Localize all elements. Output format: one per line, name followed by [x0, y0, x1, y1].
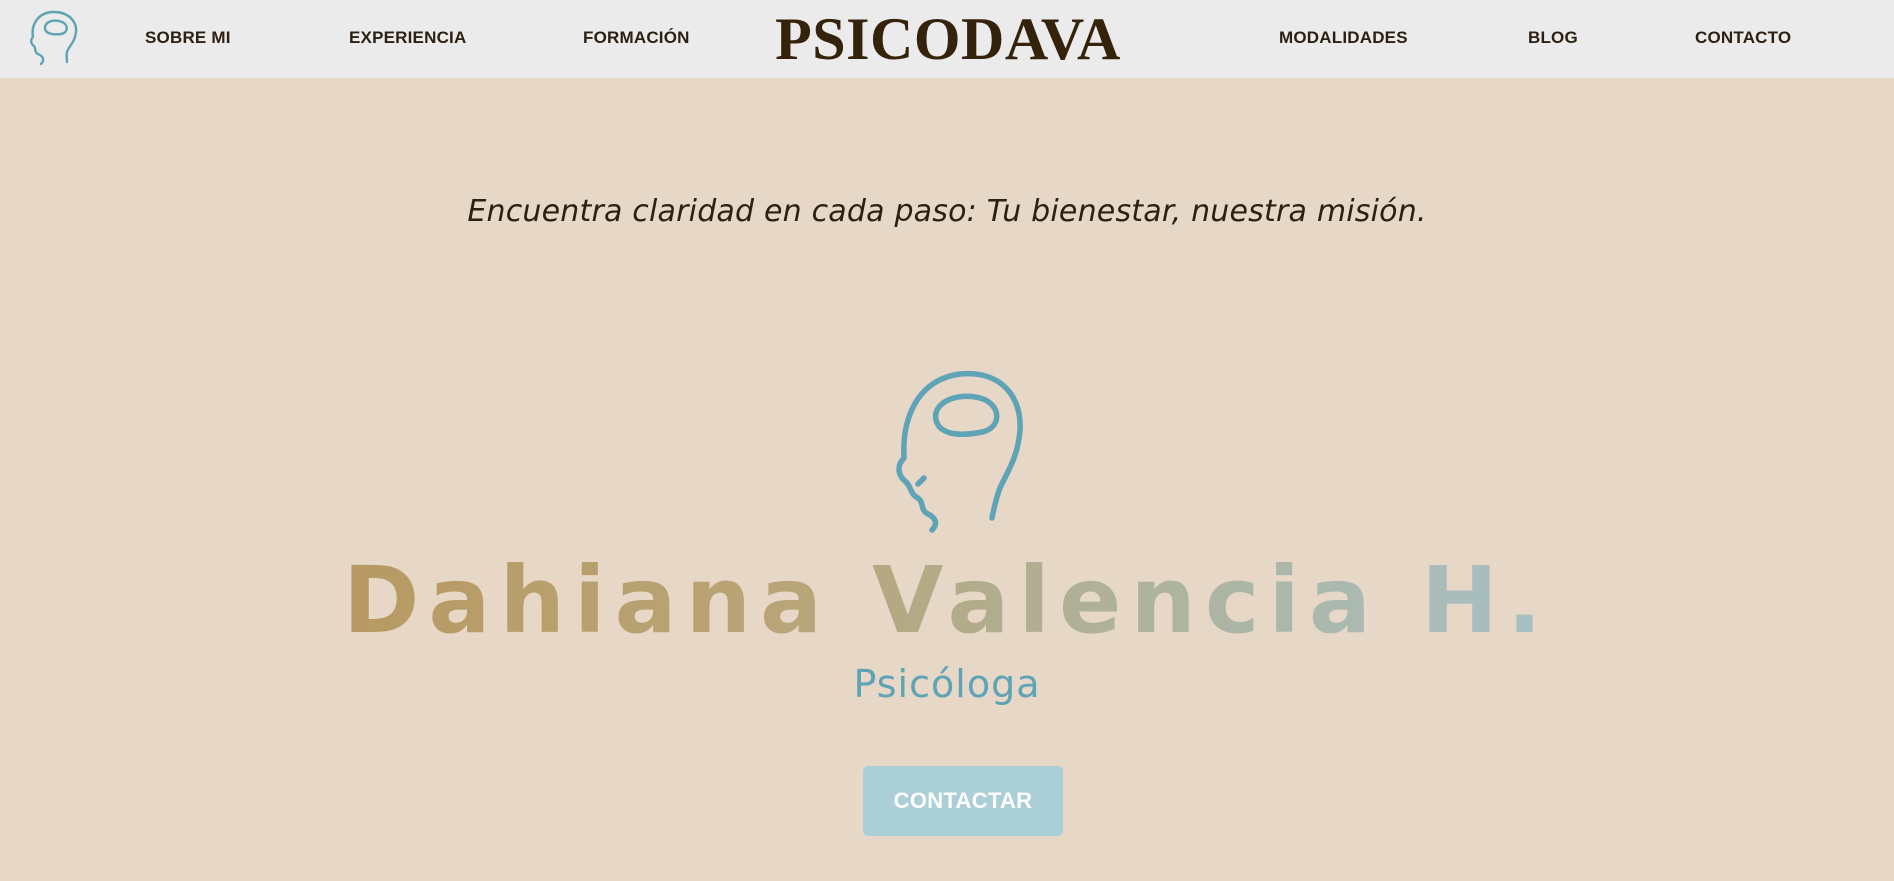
head-brain-icon [896, 370, 1023, 533]
psychologist-name-text: Dahiana Valencia H. [343, 547, 1551, 654]
profession-subtitle: Psicóloga [853, 662, 1041, 706]
top-navigation-bar: SOBRE MI EXPERIENCIA FORMACIÓN PSICODAVA… [0, 0, 1894, 78]
contactar-button[interactable]: CONTACTAR [863, 766, 1063, 836]
nav-modalidades[interactable]: MODALIDADES [1279, 28, 1408, 48]
nav-contacto[interactable]: CONTACTO [1695, 28, 1791, 48]
nav-blog[interactable]: BLOG [1528, 28, 1578, 48]
psychologist-name: Dahiana Valencia H. [0, 546, 1894, 656]
nav-experiencia[interactable]: EXPERIENCIA [349, 28, 466, 48]
brand-title[interactable]: PSICODAVA [775, 4, 1121, 74]
nav-formacion[interactable]: FORMACIÓN [583, 28, 690, 48]
hero-tagline: Encuentra claridad en cada paso: Tu bien… [467, 194, 1427, 229]
head-brain-icon[interactable] [20, 6, 82, 68]
nav-sobre-mi[interactable]: SOBRE MI [145, 28, 231, 48]
